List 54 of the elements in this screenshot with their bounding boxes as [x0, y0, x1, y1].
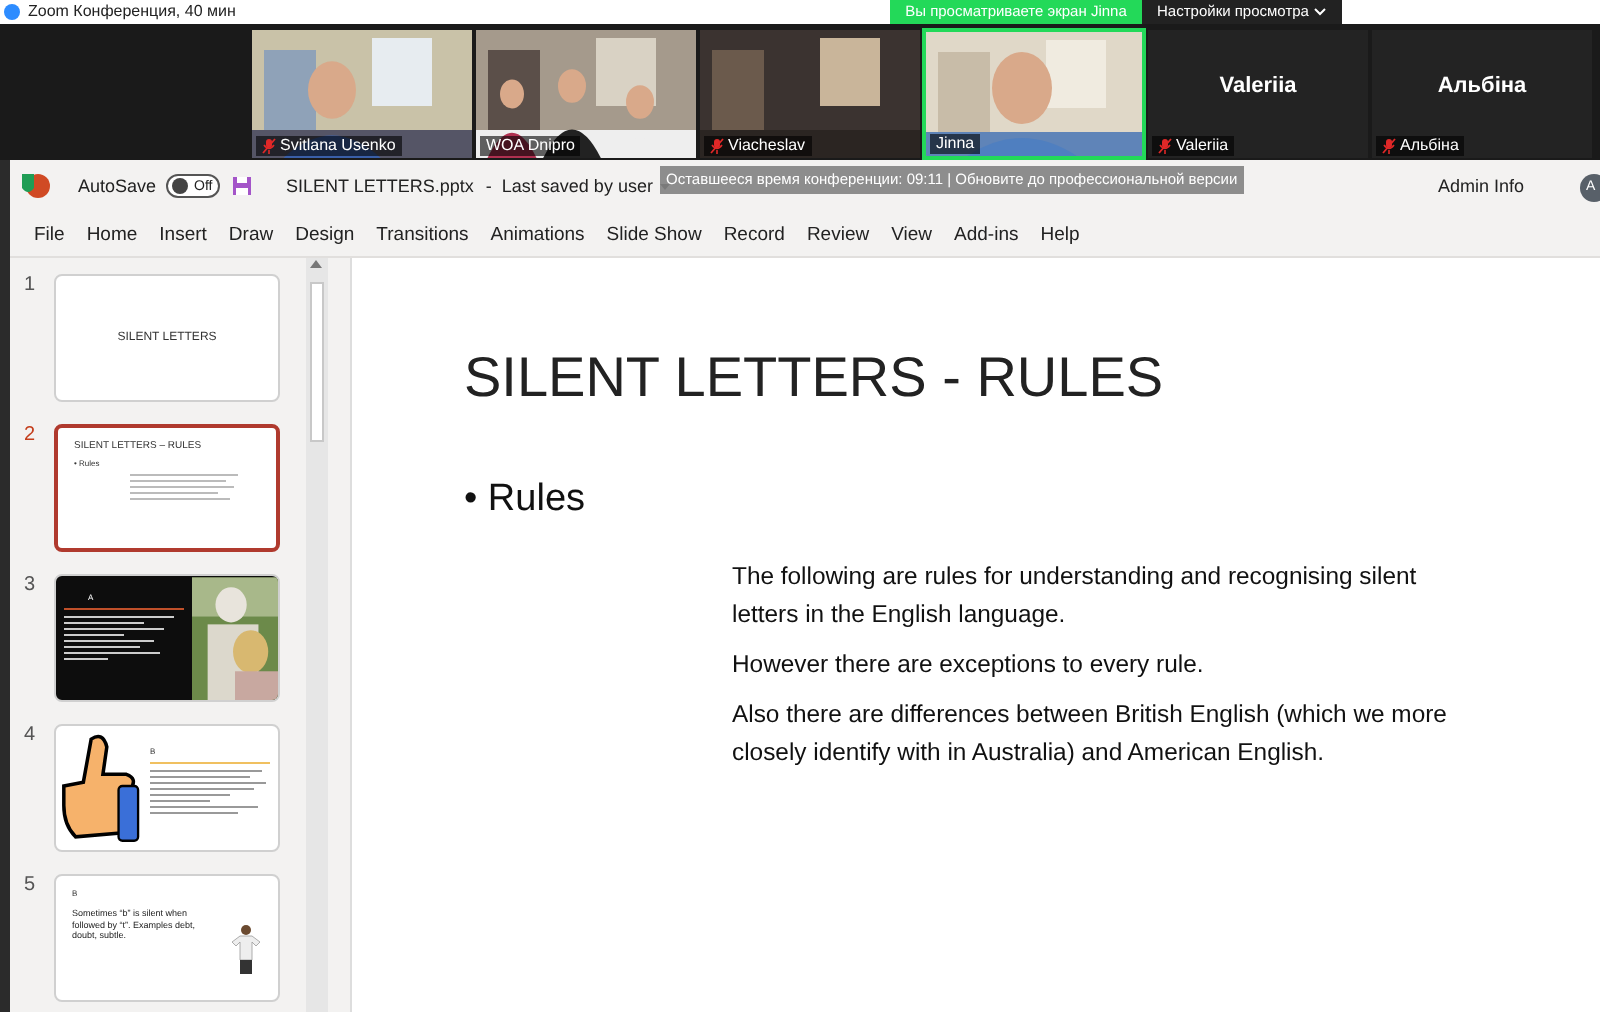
muted-microphone-icon [262, 138, 276, 154]
menu-tab[interactable]: Record [723, 223, 785, 245]
save-icon[interactable] [232, 176, 253, 196]
participant-name: WOA Dnipro [480, 136, 581, 156]
app-icon [18, 172, 50, 200]
slide-paragraph: The following are rules for understanding and recognising silent letters in the English language. [732, 560, 1419, 632]
menu-tab[interactable]: Add-ins [954, 223, 1019, 245]
person-figure-drawing [232, 924, 260, 980]
participant-name: Svitlana Usenko [256, 136, 402, 156]
menu-tab[interactable]: Transitions [376, 223, 469, 245]
slide-title: SILENT LETTERS - RULES [464, 346, 1166, 410]
menu-tab[interactable]: Design [295, 223, 355, 245]
participant-display-name: Valeriia [1217, 74, 1299, 98]
menu-tab[interactable]: View [891, 223, 933, 245]
video-tile[interactable]: Viacheslav [698, 28, 922, 160]
slide-number: 5 [22, 874, 38, 900]
slide-paragraph: Also there are differences between British English (which we more closely identify with in Australia) and American English. [732, 698, 1449, 770]
menu-tab[interactable]: Animations [490, 223, 585, 245]
participant-display-name: Альбіна [1435, 74, 1529, 98]
video-tile[interactable]: WOA Dnipro [474, 28, 698, 160]
menu-tab[interactable]: Draw [228, 223, 274, 245]
save-status[interactable]: Last saved by user [501, 176, 653, 196]
file-name: SILENT LETTERS.pptx [286, 176, 474, 196]
menu-tab[interactable]: Insert [159, 223, 207, 245]
muted-microphone-icon [1158, 138, 1172, 154]
muted-microphone-icon [1382, 138, 1396, 154]
slide-number: 1 [22, 274, 38, 300]
slide-number: 3 [22, 574, 38, 600]
slide-paragraph: However there are exceptions to every rule. [732, 648, 1206, 682]
video-tile[interactable]: Svitlana Usenko [250, 28, 474, 160]
slide-bullet: • Rules [464, 478, 588, 522]
video-tile[interactable]: Valeriia Valeriia [1146, 28, 1370, 160]
slide-number: 2 [22, 424, 38, 450]
participant-name: Valeriia [1152, 136, 1235, 156]
menu-tab[interactable]: Review [806, 223, 870, 245]
scrollbar[interactable] [306, 258, 328, 1012]
participant-name: Jinna [930, 134, 981, 154]
muted-microphone-icon [710, 138, 724, 154]
zoom-logo-icon [4, 4, 20, 20]
video-tile[interactable]: Jinna [922, 28, 1146, 160]
participant-name: Альбіна [1376, 136, 1465, 156]
menu-tab[interactable]: Slide Show [606, 223, 702, 245]
window-title: Zoom Конференция, 40 мин [0, 0, 236, 24]
account-name[interactable]: Admin Info [1437, 176, 1524, 196]
menu-tab[interactable]: Home [86, 223, 138, 245]
participant-name: Viacheslav [704, 136, 812, 156]
menu-tab[interactable]: Help [1040, 223, 1080, 245]
slide-number: 4 [22, 724, 38, 750]
chevron-down-icon [1314, 8, 1327, 16]
separator-text: - [485, 176, 492, 196]
autosave-label: AutoSave [78, 176, 157, 196]
menu-tab[interactable]: File [34, 223, 65, 245]
text-lines-drawing [150, 770, 270, 814]
video-tile[interactable]: Альбіна Альбіна [1370, 28, 1594, 160]
